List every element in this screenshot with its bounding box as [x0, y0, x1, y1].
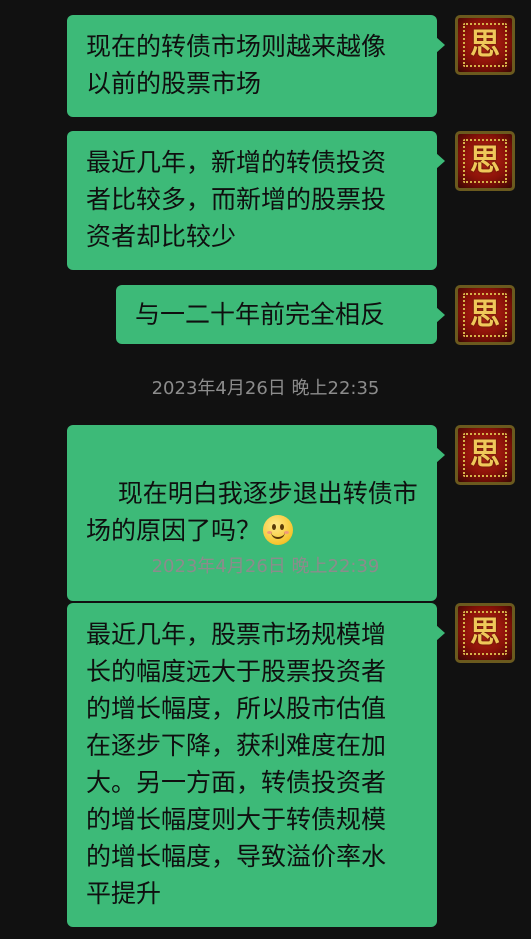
smile-emoji-icon [263, 515, 294, 545]
avatar-glyph: 思 [470, 143, 500, 178]
message-bubble[interactable]: 最近几年，新增的转债投资 者比较多，而新增的股票投 资者却比较少 [67, 131, 445, 270]
timestamp: 2023年4月26日 晚上22:39 [151, 556, 380, 577]
avatar-glyph: 思 [470, 615, 500, 650]
message-text: 现在明白我逐步退出转债市 场的原因了吗？ [86, 479, 418, 545]
timestamp: 2023年4月26日 晚上22:35 [151, 378, 380, 399]
avatar[interactable]: 思 [455, 603, 515, 663]
avatar-glyph: 思 [470, 297, 500, 332]
avatar[interactable]: 思 [455, 425, 515, 485]
message-bubble[interactable]: 现在的转债市场则越来越像 以前的股票市场 [67, 15, 445, 117]
message-bubble[interactable]: 与一二十年前完全相反 [116, 285, 445, 344]
avatar[interactable]: 思 [455, 131, 515, 191]
avatar-glyph: 思 [470, 437, 500, 472]
chat-thread: 现在的转债市场则越来越像 以前的股票市场 思 最近几年，新增的转债投资 者比较多… [0, 0, 531, 939]
avatar-glyph: 思 [470, 27, 500, 62]
avatar[interactable]: 思 [455, 285, 515, 345]
message-bubble[interactable]: 最近几年，股票市场规模增 长的幅度远大于股票投资者 的增长幅度，所以股市估值 在… [67, 603, 445, 927]
avatar[interactable]: 思 [455, 15, 515, 75]
